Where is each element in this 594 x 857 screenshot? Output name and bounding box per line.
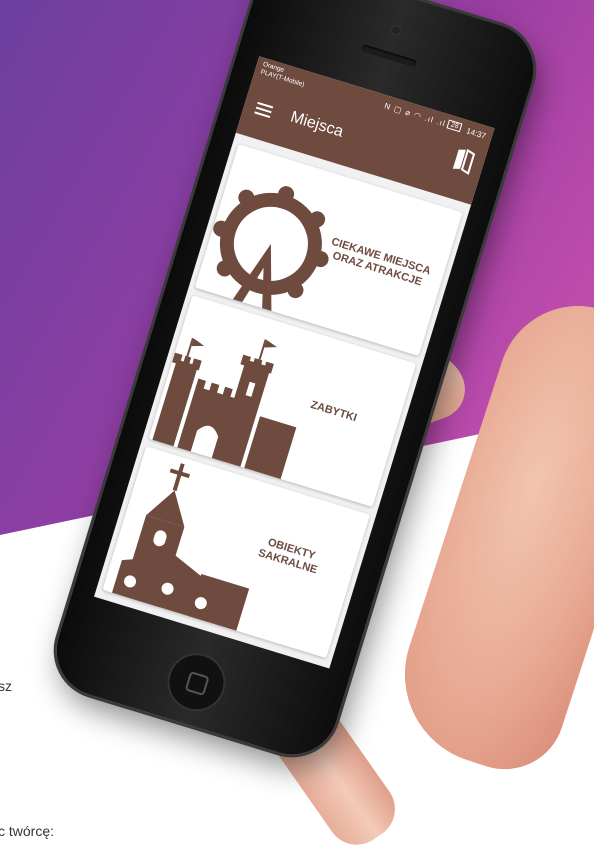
- status-time: 14:37: [465, 126, 487, 141]
- earpiece-speaker: [361, 44, 417, 68]
- front-camera: [389, 23, 403, 37]
- page-title: Miejsca: [288, 108, 346, 141]
- status-icons: N ▢ ⌀ ◠ .ıl .ıl: [383, 101, 447, 129]
- map-icon[interactable]: [451, 146, 477, 176]
- phone-screen: Orange PLAY(T-Mobile) N ▢ ⌀ ◠ .ıl .ıl 28…: [94, 56, 495, 669]
- hamburger-menu-icon[interactable]: [254, 101, 274, 119]
- carrier-info: Orange PLAY(T-Mobile): [259, 61, 307, 90]
- home-button[interactable]: [162, 648, 231, 716]
- phone-device: Orange PLAY(T-Mobile) N ▢ ⌀ ◠ .ıl .ıl 28…: [45, 0, 545, 766]
- battery-indicator: 28: [446, 119, 463, 133]
- card-label: CIEKAWE MIEJSCA ORAZ ATRAKCJE: [329, 235, 433, 289]
- status-bar: Orange PLAY(T-Mobile) N ▢ ⌀ ◠ .ıl .ıl 28…: [253, 56, 495, 149]
